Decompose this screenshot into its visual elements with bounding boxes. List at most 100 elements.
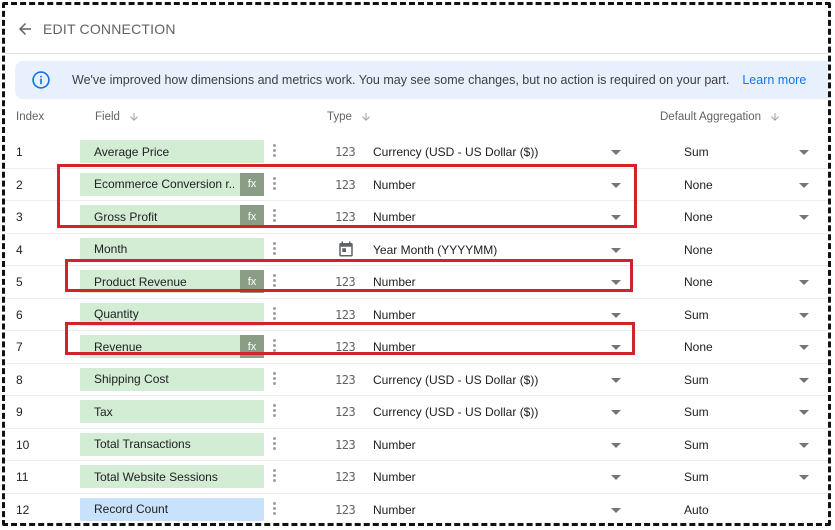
more-vert-icon[interactable]	[271, 143, 277, 161]
type-dropdown-icon[interactable]	[611, 442, 621, 448]
arrow-left-icon[interactable]	[7, 9, 43, 49]
fx-icon[interactable]: fx	[240, 270, 264, 293]
field-chip[interactable]: Month	[80, 237, 264, 261]
table-row: 11 Total Website Sessions 123 Number Sum	[5, 461, 828, 494]
field-name: Total Transactions	[94, 437, 191, 451]
number-type-icon: 123	[335, 145, 356, 159]
type-select[interactable]: Currency (USD - US Dollar ($))	[373, 405, 538, 419]
aggregation-dropdown-icon[interactable]	[799, 442, 809, 448]
more-vert-icon[interactable]	[271, 468, 277, 486]
fx-icon[interactable]: fx	[240, 335, 264, 358]
row-index: 10	[16, 437, 30, 452]
field-chip[interactable]: Product Revenue fx	[80, 270, 264, 293]
field-chip[interactable]: Total Transactions	[80, 432, 264, 456]
aggregation-select[interactable]: Sum	[684, 470, 709, 484]
header-type[interactable]: Type	[327, 111, 372, 123]
field-chip[interactable]: Shipping Cost	[80, 367, 264, 391]
type-dropdown-icon[interactable]	[611, 247, 621, 253]
aggregation-dropdown-icon[interactable]	[799, 182, 809, 188]
aggregation-dropdown-icon[interactable]	[799, 410, 809, 415]
table-row: 12 Record Count 123 Number Auto	[5, 494, 828, 524]
table-row: 10 Total Transactions 123 Number Sum	[5, 429, 828, 461]
type-select[interactable]: Number	[373, 470, 416, 484]
more-vert-icon[interactable]	[271, 403, 277, 421]
field-chip[interactable]: Total Website Sessions	[80, 465, 264, 488]
type-select[interactable]: Number	[373, 438, 416, 452]
aggregation-select[interactable]: None	[684, 210, 713, 224]
type-select[interactable]: Number	[373, 210, 416, 224]
type-dropdown-icon[interactable]	[611, 410, 621, 415]
header-index[interactable]: Index	[16, 111, 44, 123]
number-type-icon: 123	[335, 502, 356, 517]
type-select[interactable]: Currency (USD - US Dollar ($))	[373, 373, 538, 387]
more-vert-icon[interactable]	[271, 273, 277, 291]
more-vert-icon[interactable]	[271, 501, 277, 519]
info-banner: We've improved how dimensions and metric…	[15, 61, 828, 99]
aggregation-select[interactable]: None	[684, 178, 713, 192]
number-type-icon: 123	[335, 470, 356, 484]
fx-icon[interactable]: fx	[240, 205, 264, 228]
type-dropdown-icon[interactable]	[611, 312, 621, 318]
aggregation-dropdown-icon[interactable]	[799, 345, 809, 350]
table-header: Index Field Type Default Aggregation	[5, 103, 828, 133]
fx-icon[interactable]: fx	[240, 172, 264, 196]
table-row: 4 Month Year Month (YYYYMM) None	[5, 234, 828, 266]
type-dropdown-icon[interactable]	[611, 182, 621, 188]
type-dropdown-icon[interactable]	[611, 280, 621, 285]
aggregation-select[interactable]: Auto	[684, 503, 709, 517]
field-chip[interactable]: Average Price	[80, 140, 264, 163]
field-chip[interactable]: Record Count	[80, 497, 264, 521]
aggregation-dropdown-icon[interactable]	[799, 215, 809, 220]
header-field[interactable]: Field	[95, 111, 140, 123]
type-select[interactable]: Number	[373, 275, 416, 289]
row-index: 8	[16, 372, 23, 387]
number-type-icon: 123	[335, 210, 356, 224]
more-vert-icon[interactable]	[271, 176, 277, 194]
field-name: Record Count	[94, 502, 169, 516]
edit-connection-panel: EDIT CONNECTION We've improved how dimen…	[2, 2, 831, 526]
type-dropdown-icon[interactable]	[611, 345, 621, 350]
aggregation-dropdown-icon[interactable]	[799, 150, 809, 155]
header-default-aggregation[interactable]: Default Aggregation	[660, 111, 781, 123]
type-select[interactable]: Number	[373, 308, 416, 322]
field-chip[interactable]: Tax	[80, 400, 264, 423]
more-vert-icon[interactable]	[271, 371, 277, 389]
more-vert-icon[interactable]	[271, 306, 277, 324]
more-vert-icon[interactable]	[271, 338, 277, 356]
aggregation-dropdown-icon[interactable]	[799, 475, 809, 480]
aggregation-select[interactable]: Sum	[684, 308, 709, 322]
type-select[interactable]: Number	[373, 178, 416, 192]
aggregation-dropdown-icon[interactable]	[799, 280, 809, 285]
calendar-icon	[337, 239, 355, 262]
type-select[interactable]: Number	[373, 503, 416, 517]
field-chip[interactable]: Revenue fx	[80, 335, 264, 358]
more-vert-icon[interactable]	[271, 241, 277, 259]
field-chip[interactable]: Gross Profit fx	[80, 205, 264, 228]
type-dropdown-icon[interactable]	[611, 507, 621, 513]
aggregation-select[interactable]: None	[684, 340, 713, 354]
field-name: Shipping Cost	[94, 372, 169, 386]
aggregation-select[interactable]: Sum	[684, 438, 709, 452]
aggregation-select[interactable]: Sum	[684, 373, 709, 387]
field-name: Quantity	[94, 307, 139, 321]
type-dropdown-icon[interactable]	[611, 150, 621, 155]
type-dropdown-icon[interactable]	[611, 377, 621, 383]
type-select[interactable]: Year Month (YYYYMM)	[373, 243, 497, 257]
aggregation-select[interactable]: Sum	[684, 145, 709, 159]
aggregation-select[interactable]: Sum	[684, 405, 709, 419]
row-index: 7	[16, 340, 23, 354]
field-chip[interactable]: Quantity	[80, 302, 264, 326]
table-row: 8 Shipping Cost 123 Currency (USD - US D…	[5, 364, 828, 396]
type-select[interactable]: Currency (USD - US Dollar ($))	[373, 145, 538, 159]
aggregation-select[interactable]: None	[684, 243, 713, 257]
aggregation-dropdown-icon[interactable]	[799, 377, 809, 383]
type-dropdown-icon[interactable]	[611, 215, 621, 220]
more-vert-icon[interactable]	[271, 208, 277, 226]
learn-more-link[interactable]: Learn more	[742, 73, 806, 87]
type-dropdown-icon[interactable]	[611, 475, 621, 480]
aggregation-select[interactable]: None	[684, 275, 713, 289]
field-chip[interactable]: Ecommerce Conversion r... fx	[80, 172, 264, 196]
aggregation-dropdown-icon[interactable]	[799, 312, 809, 318]
type-select[interactable]: Number	[373, 340, 416, 354]
more-vert-icon[interactable]	[271, 436, 277, 454]
